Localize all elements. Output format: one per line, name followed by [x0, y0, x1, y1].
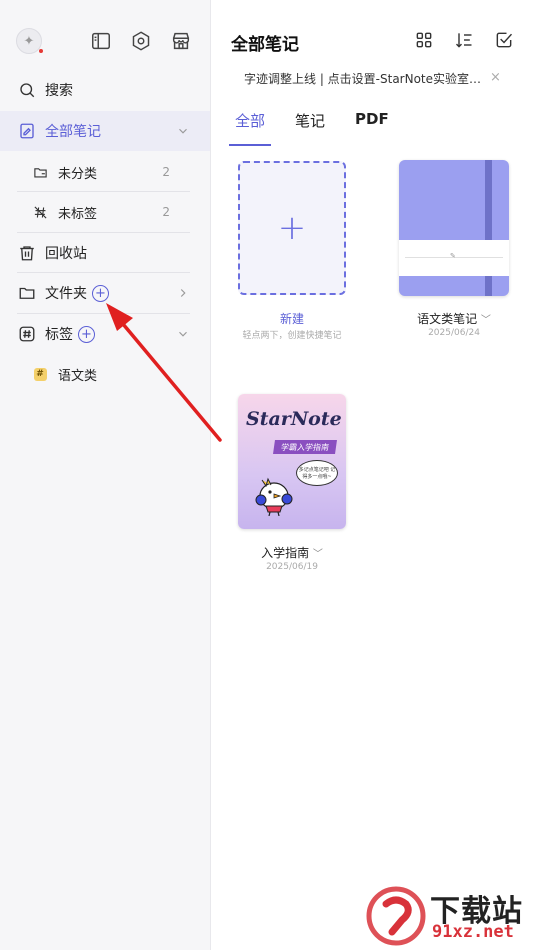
- folder-icon: [17, 283, 37, 303]
- sidebar: ✦ 搜索 全部笔记 未分类 2 未标签 2 回收站 文件夹 + 标签 + # 语…: [0, 0, 211, 950]
- speech-bubble: 多记点笔记吧 记得多一点哦~: [296, 460, 338, 486]
- tab-all[interactable]: 全部: [228, 110, 272, 146]
- chevron-down-icon[interactable]: ﹀: [481, 315, 491, 326]
- folder-question-icon: [30, 162, 50, 182]
- note-icon: [17, 121, 37, 141]
- notification-dot: [39, 49, 43, 53]
- grid-view-icon[interactable]: [414, 30, 434, 50]
- notebook-title[interactable]: 语文类笔记 ﹀: [399, 310, 509, 327]
- settings-icon[interactable]: [130, 30, 152, 52]
- new-note-label: 新建: [279, 312, 304, 326]
- announcement-banner[interactable]: 字迹调整上线 | 点击设置-StarNote实验室开...: [244, 70, 484, 87]
- sidebar-item-trash[interactable]: 回收站: [0, 233, 210, 273]
- watermark-domain: 91xz.net: [432, 922, 514, 942]
- guide-cover[interactable]: StarNote 学霸入学指南 多记点笔记吧 记得多一点哦~: [238, 394, 346, 529]
- new-note-button[interactable]: +: [238, 161, 346, 295]
- guide-cover-title: StarNote: [246, 408, 342, 430]
- sort-icon[interactable]: [454, 30, 474, 50]
- sidebar-item-label: 搜索: [45, 83, 73, 99]
- add-tag-button[interactable]: +: [78, 325, 95, 343]
- trash-icon: [17, 243, 37, 263]
- main-content: 全部笔记 字迹调整上线 | 点击设置-StarNote实验室开... × 全部 …: [211, 0, 534, 950]
- pen-mark-icon: ✎: [450, 252, 456, 260]
- guide-cover-ribbon: 学霸入学指南: [273, 440, 337, 454]
- new-note-hint: 轻点两下，创建快捷笔记: [242, 331, 342, 341]
- sidebar-toggle-icon[interactable]: [90, 30, 112, 52]
- add-folder-button[interactable]: +: [92, 284, 109, 302]
- sidebar-item-folders[interactable]: 文件夹 +: [0, 273, 210, 313]
- sidebar-item-label: 语文类: [58, 368, 98, 384]
- chevron-down-icon[interactable]: [176, 327, 190, 341]
- search-icon: [17, 80, 37, 100]
- close-icon[interactable]: ×: [490, 70, 501, 85]
- sidebar-item-uncategorized[interactable]: 未分类 2: [0, 152, 210, 192]
- watermark: 下载站 91xz.net: [366, 886, 534, 948]
- sidebar-item-label: 回收站: [45, 246, 87, 262]
- chevron-right-icon[interactable]: [176, 286, 190, 300]
- tab-notes[interactable]: 笔记: [291, 110, 329, 138]
- notebook-cover-chinese[interactable]: ✎: [399, 160, 509, 296]
- guide-title[interactable]: 入学指南 ﹀: [238, 544, 346, 561]
- chevron-down-icon[interactable]: ﹀: [313, 549, 323, 560]
- sparkle-icon: ✦: [23, 33, 35, 49]
- tag-badge-icon: #: [30, 364, 50, 384]
- sidebar-toolbar: ✦: [16, 26, 196, 56]
- watermark-logo-icon: [366, 886, 426, 946]
- filter-tabs: 全部 笔记 PDF: [228, 110, 415, 146]
- hashtag-icon: [17, 324, 37, 344]
- sidebar-item-label: 全部笔记: [45, 124, 101, 140]
- sidebar-item-label: 未标签: [58, 206, 98, 222]
- sidebar-item-tag-chinese[interactable]: # 语文类: [0, 354, 210, 394]
- untagged-icon: [30, 202, 50, 222]
- notebook-label-area: ✎: [399, 240, 509, 276]
- sidebar-item-search[interactable]: 搜索: [0, 70, 210, 110]
- sidebar-item-tags[interactable]: 标签 +: [0, 314, 210, 354]
- page-title: 全部笔记: [231, 35, 299, 55]
- guide-date: 2025/06/19: [266, 562, 318, 572]
- sidebar-item-label: 未分类: [58, 166, 98, 182]
- plus-icon: +: [277, 208, 307, 248]
- sidebar-item-untagged[interactable]: 未标签 2: [0, 192, 210, 232]
- mascot-bird-icon: [255, 477, 293, 516]
- store-icon[interactable]: [170, 30, 192, 52]
- tab-pdf[interactable]: PDF: [351, 110, 393, 138]
- chevron-down-icon[interactable]: [176, 124, 190, 138]
- sidebar-item-label: 文件夹: [45, 286, 87, 302]
- sidebar-item-label: 标签: [45, 327, 73, 343]
- item-count: 2: [162, 165, 170, 179]
- item-count: 2: [162, 205, 170, 219]
- notebook-date: 2025/06/24: [428, 328, 480, 338]
- avatar[interactable]: ✦: [16, 28, 43, 54]
- sidebar-item-all-notes[interactable]: 全部笔记: [0, 111, 210, 151]
- select-check-icon[interactable]: [494, 30, 514, 50]
